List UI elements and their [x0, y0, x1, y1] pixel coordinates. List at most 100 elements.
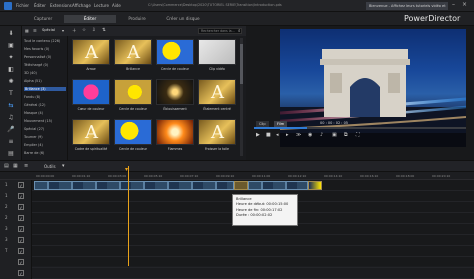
transition-clip[interactable] — [234, 181, 248, 190]
playhead-handle-icon[interactable]: ▾ — [125, 166, 128, 173]
grid-scrollbar[interactable] — [240, 38, 243, 156]
mode-film-button[interactable]: Film — [274, 121, 288, 127]
favorite-icon[interactable]: ☆ — [82, 28, 86, 33]
grid-scroll-thumb[interactable] — [240, 44, 243, 84]
category-item[interactable]: Téléchargé (0) — [24, 63, 48, 67]
undock-icon[interactable]: ⧉ — [344, 132, 348, 138]
add-icon[interactable]: ＋ — [72, 28, 77, 34]
video-clip[interactable] — [34, 181, 234, 190]
transition-thumbnail[interactable] — [72, 79, 110, 105]
fullscreen-icon[interactable]: ⛶ — [356, 132, 360, 138]
track-enable-checkbox[interactable]: ✓ — [18, 248, 24, 254]
download-icon[interactable]: ⇩ — [92, 28, 96, 33]
tab-produce[interactable]: Produire — [120, 15, 154, 23]
track-enable-checkbox[interactable]: ✓ — [18, 226, 24, 232]
browser-tab[interactable]: Bienvenue - Affichez leurs tutoriels vid… — [366, 2, 448, 10]
transition-room-icon[interactable]: ⇆ — [6, 102, 16, 110]
list-view-icon[interactable]: ☰ — [33, 28, 37, 33]
chapter-icon[interactable]: ≡ — [6, 138, 16, 146]
timeline-track[interactable]: 3 ✓ — [0, 235, 474, 246]
storyboard-view-icon[interactable]: ▦ — [13, 163, 18, 169]
category-item[interactable]: Alpha (51) — [24, 79, 42, 83]
effects-room-icon[interactable]: ✦ — [6, 54, 16, 62]
menu-view[interactable]: Affichage — [72, 3, 91, 8]
import-icon[interactable]: ⬇ — [6, 30, 16, 38]
playhead[interactable] — [128, 166, 129, 266]
transition-thumbnail[interactable] — [156, 119, 194, 145]
track-enable-checkbox[interactable]: ✓ — [18, 193, 24, 199]
menu-edit[interactable]: Éditer — [34, 3, 46, 8]
category-item[interactable]: Brillance (3) — [24, 87, 66, 91]
tab-create-disc[interactable]: Créer un disque — [160, 15, 206, 23]
tools-dropdown[interactable]: Outils — [44, 164, 56, 169]
transition-thumbnail[interactable] — [156, 39, 194, 65]
transition-thumbnail[interactable]: A — [72, 39, 110, 65]
timeline-track[interactable]: T ✓ — [0, 246, 474, 257]
timeline-view-icon[interactable]: ▤ — [4, 163, 9, 169]
menu-plugins[interactable]: Extensions — [50, 3, 72, 8]
category-item[interactable]: Général (12) — [24, 103, 45, 107]
timeline-ruler[interactable]: 00:00:00:00 00:00:01:10 00:00:03:00 00:00:0… — [0, 172, 474, 180]
category-item[interactable]: Personnalisé (0) — [24, 55, 51, 59]
track-enable-checkbox[interactable]: ✓ — [18, 259, 24, 265]
next-frame-icon[interactable]: ▸ — [286, 132, 289, 138]
transition-thumbnail[interactable]: A — [198, 119, 236, 145]
audio-mixing-icon[interactable]: ♫ — [6, 114, 16, 122]
minimize-icon[interactable]: – — [452, 1, 455, 8]
transition-thumbnail[interactable] — [198, 39, 236, 65]
chevron-down-icon[interactable]: ▾ — [62, 28, 64, 33]
3d-icon[interactable]: ▣ — [332, 132, 337, 138]
track-enable-checkbox[interactable]: ✓ — [18, 237, 24, 243]
subtitle-icon[interactable]: ▤ — [6, 150, 16, 158]
category-item[interactable]: Empiler (4) — [24, 143, 43, 147]
stop-icon[interactable]: ■ — [266, 132, 271, 138]
sort-icon[interactable]: ⇅ — [102, 28, 106, 33]
menu-help[interactable]: Aide — [112, 3, 121, 8]
transition-thumbnail[interactable]: A — [72, 119, 110, 145]
track-enable-checkbox[interactable]: ✓ — [18, 182, 24, 188]
previous-frame-icon[interactable]: ◂ — [276, 132, 279, 138]
menu-playback[interactable]: Lecture — [94, 3, 109, 8]
category-item[interactable]: Tourner (9) — [24, 135, 43, 139]
title-room-icon[interactable]: T — [6, 90, 16, 98]
transition-clip[interactable] — [308, 181, 322, 190]
timeline-track[interactable]: 1 ✓ — [0, 180, 474, 191]
track-enable-checkbox[interactable]: ✓ — [18, 270, 24, 276]
search-input[interactable]: Rechercher dans la... — [198, 28, 242, 34]
track-enable-checkbox[interactable]: ✓ — [18, 204, 24, 210]
search-icon[interactable]: ⌕ — [238, 28, 241, 34]
play-icon[interactable]: ▶ — [256, 132, 260, 138]
category-item[interactable]: Tout le contenu (226) — [24, 39, 60, 43]
preview-video[interactable] — [280, 29, 466, 147]
timeline-track[interactable]: ✓ — [0, 268, 474, 279]
transition-thumbnail[interactable]: A — [198, 79, 236, 105]
timeline-track[interactable]: ✓ — [0, 257, 474, 268]
close-icon[interactable]: × — [462, 1, 467, 8]
category-item[interactable]: Spécial (27) — [24, 127, 44, 131]
filter-dropdown[interactable]: Spécial — [42, 28, 55, 32]
transition-thumbnail[interactable] — [156, 79, 194, 105]
category-item[interactable]: 3D (40) — [24, 71, 37, 75]
preview-scrubber[interactable] — [254, 127, 466, 129]
transition-thumbnail[interactable] — [114, 79, 152, 105]
mode-clip-button[interactable]: Clip — [256, 121, 269, 127]
volume-icon[interactable]: ♪ — [320, 132, 323, 138]
track-manager-icon[interactable]: ≡ — [24, 163, 28, 169]
grid-view-icon[interactable]: ▦ — [25, 28, 29, 33]
video-clip[interactable] — [248, 181, 308, 190]
transition-thumbnail[interactable] — [114, 119, 152, 145]
tab-edit[interactable]: Éditer — [64, 15, 116, 23]
menu-file[interactable]: Fichier — [16, 3, 29, 8]
category-item[interactable]: Fondu (8) — [24, 95, 40, 99]
media-room-icon[interactable]: ▣ — [6, 42, 16, 50]
chevron-down-icon[interactable]: ▾ — [62, 163, 65, 169]
category-item[interactable]: Mouvement (15) — [24, 119, 52, 123]
voiceover-icon[interactable]: 🎤 — [6, 126, 16, 134]
transition-thumbnail[interactable]: A — [114, 39, 152, 65]
category-item[interactable]: Mes favoris (0) — [24, 47, 49, 51]
particle-room-icon[interactable]: ✺ — [6, 78, 16, 86]
fast-forward-icon[interactable]: ≫ — [296, 132, 301, 138]
snapshot-icon[interactable]: ◉ — [308, 132, 312, 138]
track-enable-checkbox[interactable]: ✓ — [18, 215, 24, 221]
pip-room-icon[interactable]: ◧ — [6, 66, 16, 74]
